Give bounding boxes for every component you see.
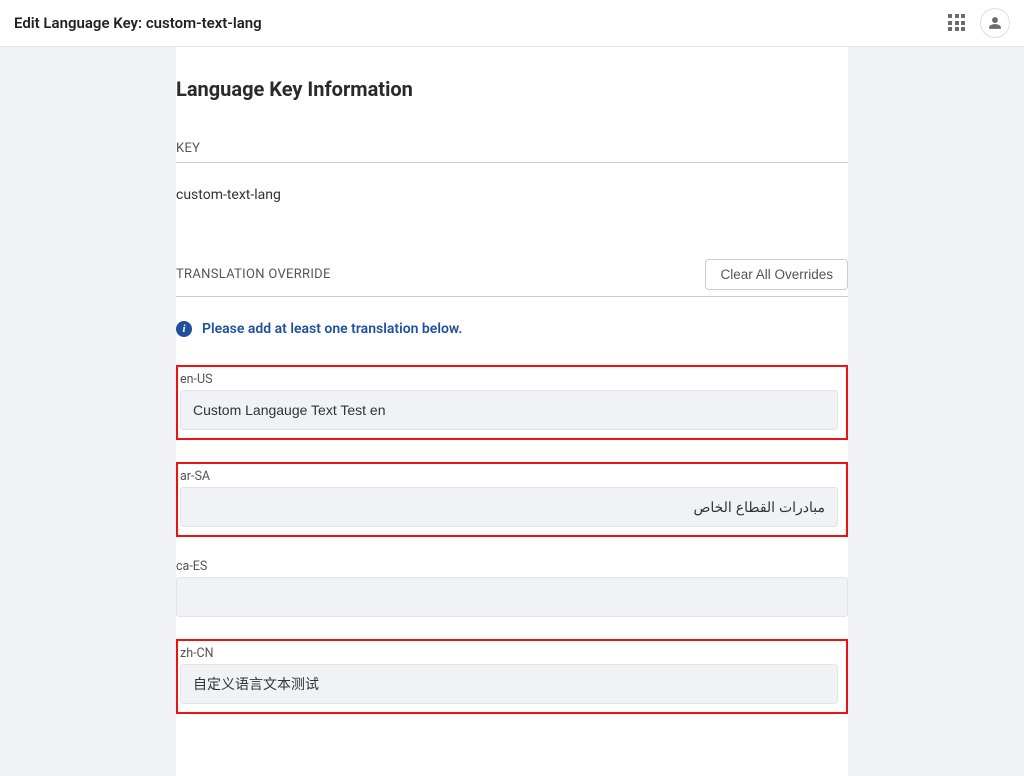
locale-label: zh-CN xyxy=(180,646,838,661)
key-section-label: KEY xyxy=(176,141,848,163)
locale-block-ar-sa: ar-SA xyxy=(176,462,848,537)
locale-input-zh-cn[interactable] xyxy=(180,664,838,704)
key-value: custom-text-lang xyxy=(176,187,848,203)
clear-all-overrides-button[interactable]: Clear All Overrides xyxy=(705,259,848,290)
locale-label: ca-ES xyxy=(176,559,848,574)
page-title: Edit Language Key: custom-text-lang xyxy=(14,14,262,32)
apps-icon[interactable] xyxy=(948,14,966,32)
page-background: Language Key Information KEY custom-text… xyxy=(0,47,1024,776)
locale-input-ar-sa[interactable] xyxy=(180,487,838,527)
content-card: Language Key Information KEY custom-text… xyxy=(176,47,848,776)
locale-input-ca-es[interactable] xyxy=(176,577,848,617)
info-icon: i xyxy=(176,321,192,337)
topbar-actions xyxy=(948,8,1010,38)
locale-block-ca-es: ca-ES xyxy=(176,559,848,617)
locale-block-zh-cn: zh-CN xyxy=(176,639,848,714)
locale-label: en-US xyxy=(180,372,838,387)
locale-block-en-us: en-US xyxy=(176,365,848,440)
section-heading: Language Key Information xyxy=(176,77,848,101)
locale-input-en-us[interactable] xyxy=(180,390,838,430)
override-label: TRANSLATION OVERRIDE xyxy=(176,267,331,282)
override-section-header: TRANSLATION OVERRIDE Clear All Overrides xyxy=(176,259,848,297)
info-message: i Please add at least one translation be… xyxy=(176,321,848,337)
user-avatar-button[interactable] xyxy=(980,8,1010,38)
locale-label: ar-SA xyxy=(180,469,838,484)
top-bar: Edit Language Key: custom-text-lang xyxy=(0,0,1024,47)
info-message-text: Please add at least one translation belo… xyxy=(202,321,462,337)
user-icon xyxy=(988,16,1002,30)
